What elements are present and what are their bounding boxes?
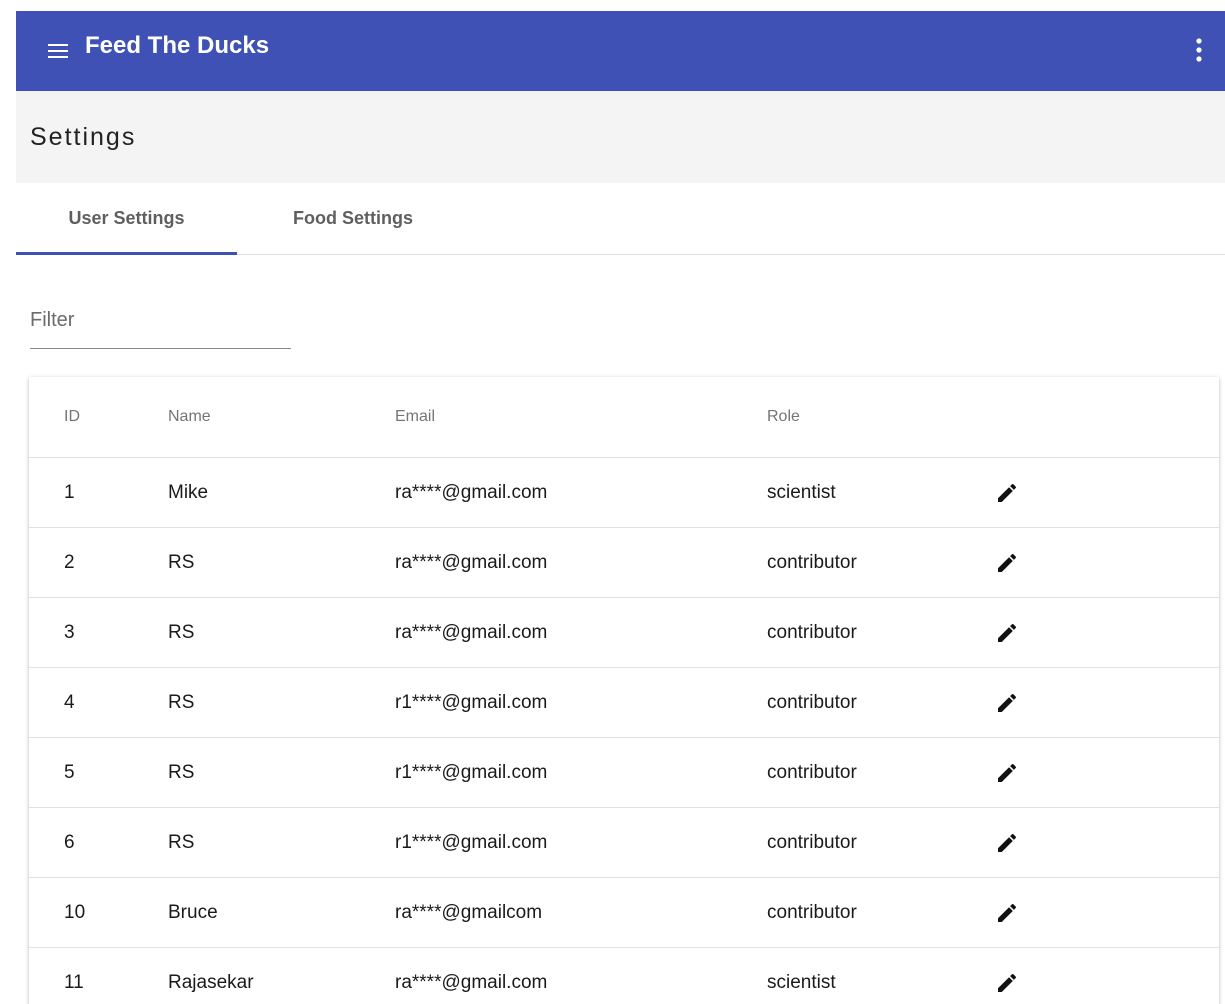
- column-header-id[interactable]: ID: [64, 377, 80, 457]
- users-table: ID Name Email Role 1 Mike ra****@gmail.com…: [29, 377, 1219, 1004]
- cell-id: 6: [64, 831, 75, 853]
- edit-icon[interactable]: [987, 808, 1027, 877]
- active-tab-indicator: [16, 252, 237, 255]
- column-header-email[interactable]: Email: [395, 377, 435, 457]
- cell-name: RS: [168, 621, 195, 643]
- cell-email: ra****@gmail.com: [395, 551, 548, 573]
- edit-icon[interactable]: [987, 598, 1027, 667]
- table-row: 2 RS ra****@gmail.com contributor: [29, 528, 1219, 598]
- cell-email: r1****@gmail.com: [395, 831, 548, 853]
- cell-id: 10: [64, 901, 86, 923]
- table-row: 4 RS r1****@gmail.com contributor: [29, 668, 1219, 738]
- cell-name: RS: [168, 691, 195, 713]
- cell-role: contributor: [767, 621, 857, 643]
- cell-email: r1****@gmail.com: [395, 761, 548, 783]
- cell-name: RS: [168, 831, 195, 853]
- column-header-role[interactable]: Role: [767, 377, 800, 457]
- app-page: Feed The Ducks Settings User Settings Fo…: [0, 0, 1225, 1004]
- tab-bar: User Settings Food Settings: [16, 183, 1225, 255]
- edit-icon[interactable]: [987, 878, 1027, 947]
- table-header-row: ID Name Email Role: [29, 377, 1219, 458]
- app-title: Feed The Ducks: [85, 32, 270, 59]
- page-header: Settings: [16, 91, 1225, 183]
- top-strip: [0, 0, 1225, 11]
- cell-id: 1: [64, 481, 75, 503]
- cell-name: Bruce: [168, 901, 218, 923]
- cell-name: RS: [168, 761, 195, 783]
- page-title: Settings: [30, 123, 137, 151]
- cell-email: r1****@gmail.com: [395, 691, 548, 713]
- filter-field: [30, 300, 291, 349]
- cell-id: 5: [64, 761, 75, 783]
- table-row: 1 Mike ra****@gmail.com scientist: [29, 458, 1219, 528]
- cell-role: contributor: [767, 551, 857, 573]
- cell-role: contributor: [767, 831, 857, 853]
- cell-id: 2: [64, 551, 75, 573]
- cell-email: ra****@gmail.com: [395, 621, 548, 643]
- edit-icon[interactable]: [987, 528, 1027, 597]
- table-row: 3 RS ra****@gmail.com contributor: [29, 598, 1219, 668]
- cell-id: 11: [64, 971, 84, 993]
- edit-icon[interactable]: [987, 738, 1027, 807]
- tab-user-settings[interactable]: User Settings: [16, 183, 237, 254]
- filter-input[interactable]: [30, 300, 291, 340]
- edit-icon[interactable]: [987, 458, 1027, 527]
- cell-role: scientist: [767, 481, 836, 503]
- cell-name: RS: [168, 551, 195, 573]
- cell-email: ra****@gmail.com: [395, 481, 548, 503]
- table-row: 10 Bruce ra****@gmailcom contributor: [29, 878, 1219, 948]
- cell-email: ra****@gmail.com: [395, 971, 548, 993]
- cell-name: Rajasekar: [168, 971, 254, 993]
- more-vert-icon[interactable]: [1181, 31, 1217, 71]
- edit-icon[interactable]: [987, 948, 1027, 1004]
- cell-role: contributor: [767, 691, 857, 713]
- table-row: 5 RS r1****@gmail.com contributor: [29, 738, 1219, 808]
- cell-email: ra****@gmailcom: [395, 901, 543, 923]
- tab-food-settings[interactable]: Food Settings: [237, 183, 469, 254]
- table-row: 11 Rajasekar ra****@gmail.com scientist: [29, 948, 1219, 1004]
- column-header-name[interactable]: Name: [168, 377, 211, 457]
- cell-role: contributor: [767, 761, 857, 783]
- cell-role: scientist: [767, 971, 836, 993]
- cell-id: 3: [64, 621, 75, 643]
- menu-icon[interactable]: [40, 33, 76, 69]
- edit-icon[interactable]: [987, 668, 1027, 737]
- cell-role: contributor: [767, 901, 857, 923]
- cell-id: 4: [64, 691, 75, 713]
- app-toolbar: Feed The Ducks: [16, 11, 1225, 91]
- table-row: 6 RS r1****@gmail.com contributor: [29, 808, 1219, 878]
- cell-name: Mike: [168, 481, 209, 503]
